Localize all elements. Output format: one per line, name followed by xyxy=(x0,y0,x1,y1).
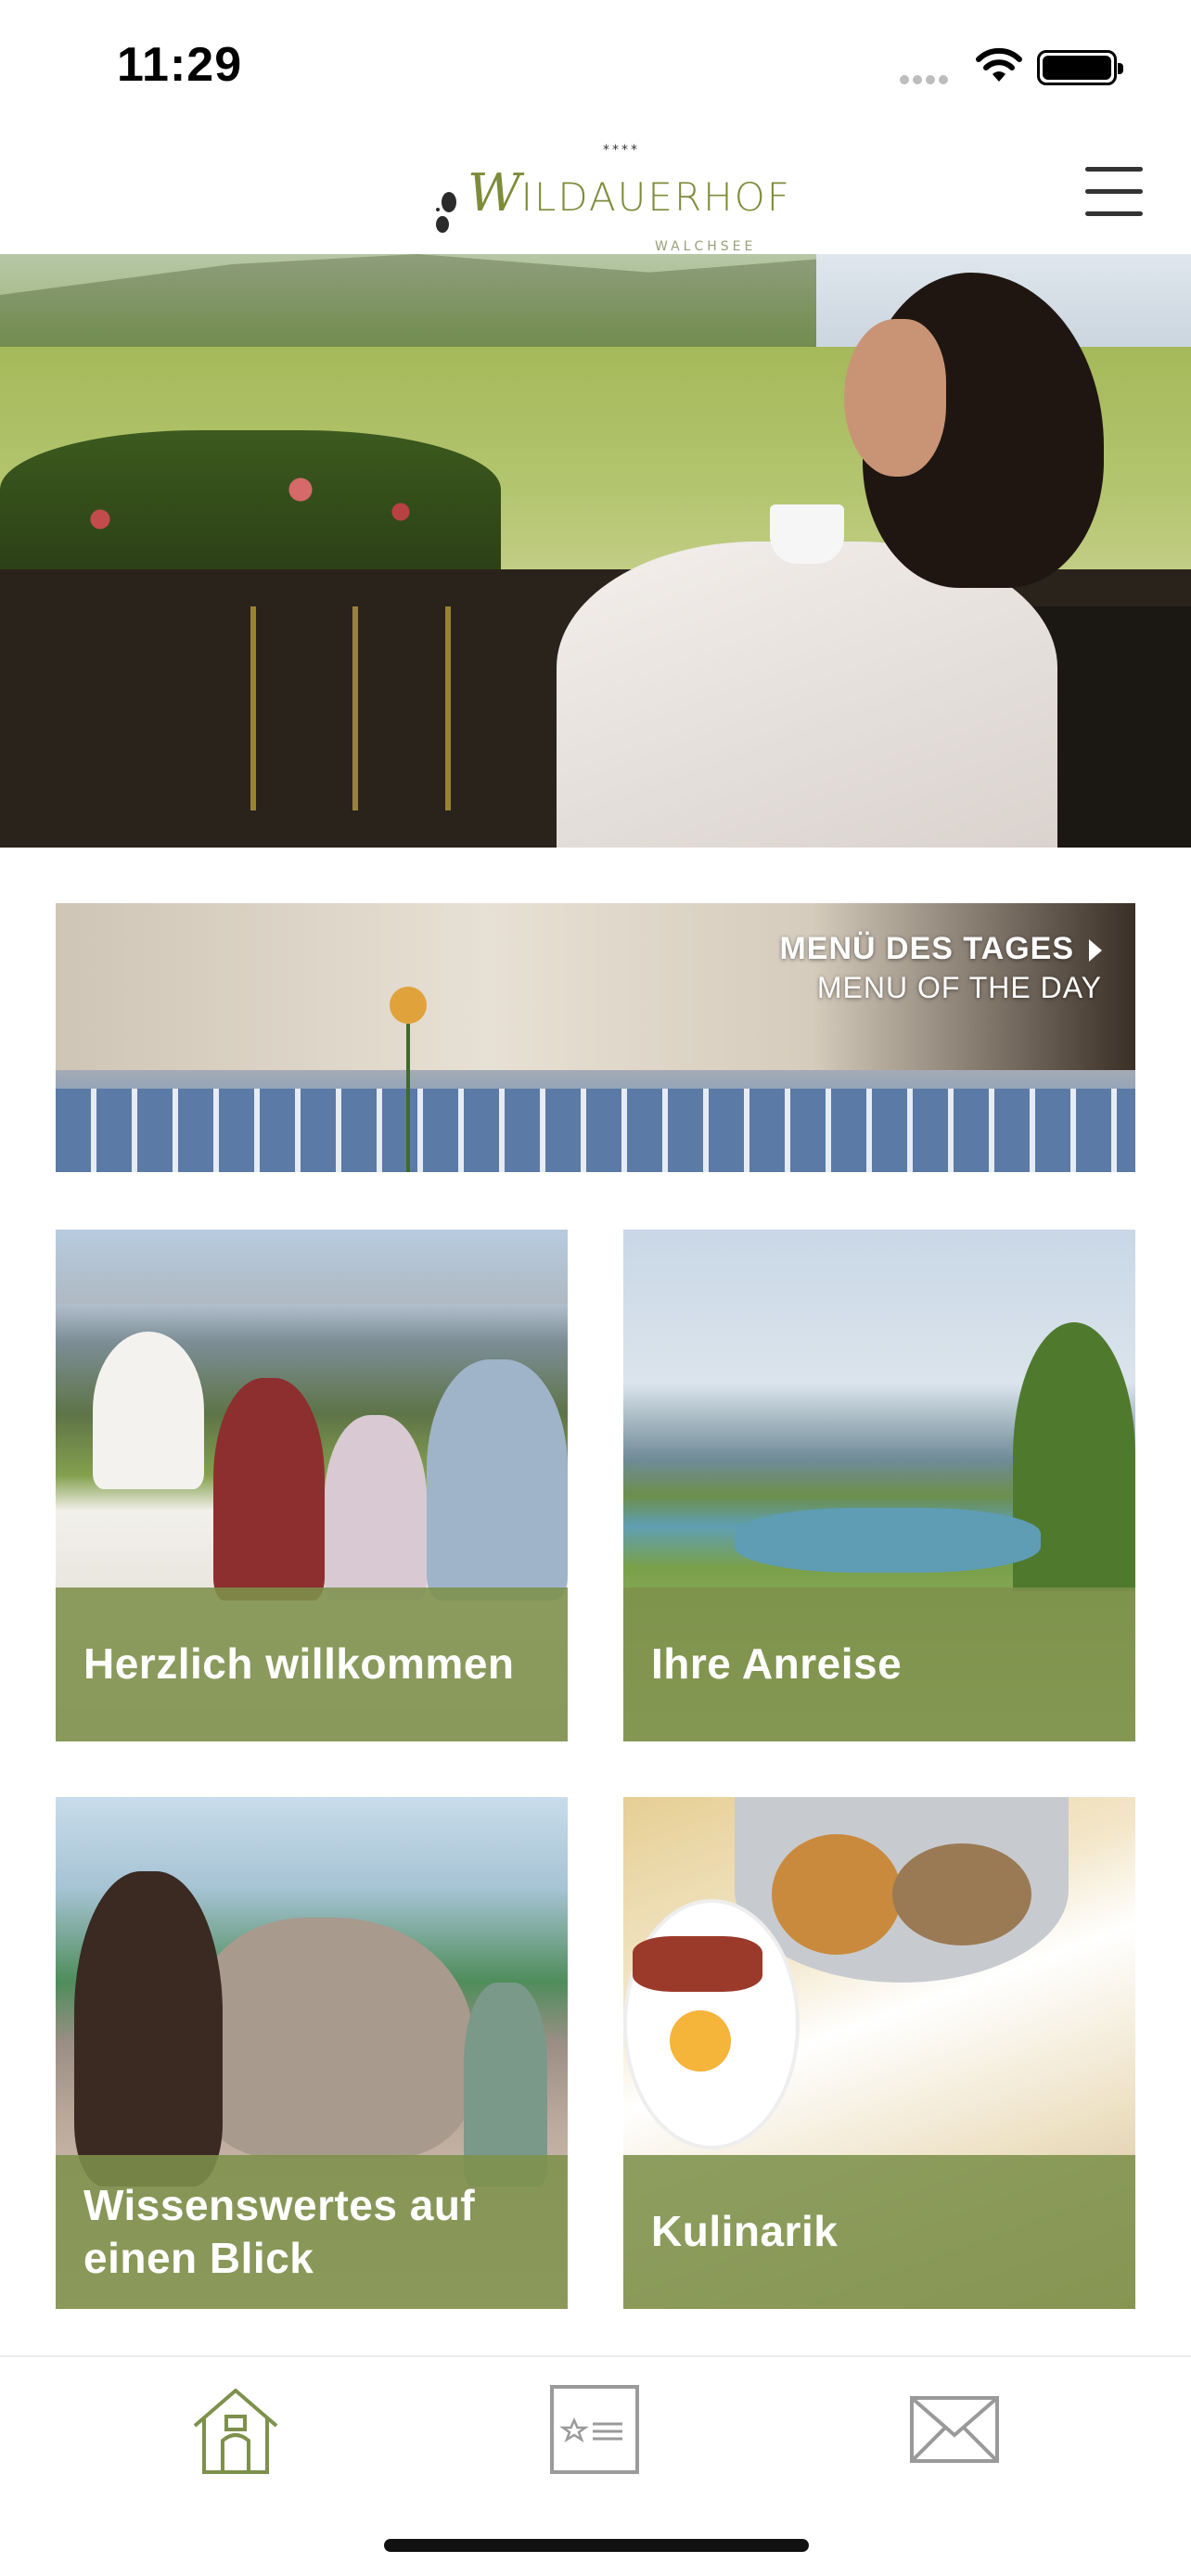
tile-arrival[interactable]: Ihre Anreise xyxy=(623,1230,1135,1741)
wifi-icon xyxy=(976,47,1022,82)
tile-food-caption: Kulinarik xyxy=(623,2155,1135,2309)
logo-initial: W xyxy=(467,163,521,223)
logo-wordmark: WILDAUERHOF xyxy=(467,163,791,223)
home-indicator xyxy=(384,2539,809,2552)
status-time: 11:29 xyxy=(117,38,243,92)
tile-arrival-caption: Ihre Anreise xyxy=(623,1588,1135,1741)
menu-of-the-day-banner[interactable]: MENÜ DES TAGES MENU OF THE DAY xyxy=(56,903,1135,1172)
status-bar: 11:29 xyxy=(0,0,1191,130)
banner-label: MENÜ DES TAGES MENU OF THE DAY xyxy=(779,931,1102,1005)
envelope-icon[interactable] xyxy=(908,2383,1001,2476)
chevron-right-icon xyxy=(1089,939,1102,963)
hamburger-menu-icon[interactable] xyxy=(1085,167,1145,219)
banner-title-de: MENÜ DES TAGES xyxy=(779,931,1074,966)
tile-info[interactable]: Wissenswertes auf einen Blick xyxy=(56,1797,568,2309)
cellular-signal-icon xyxy=(900,72,952,89)
logo-name: ILDAUERHOF xyxy=(520,174,791,220)
banner-title-en: MENU OF THE DAY xyxy=(816,971,1102,1004)
app-header: **** WILDAUERHOF WALCHSEE xyxy=(0,130,1191,254)
tile-welcome[interactable]: Herzlich willkommen xyxy=(56,1230,568,1741)
footprint-icon xyxy=(436,192,456,233)
star-card-icon[interactable] xyxy=(548,2383,641,2476)
hero-image xyxy=(0,254,1191,848)
tile-arrival-label: Ihre Anreise xyxy=(651,1639,903,1689)
tile-welcome-label: Herzlich willkommen xyxy=(83,1639,515,1689)
tile-info-label: Wissenswertes auf einen Blick xyxy=(83,2180,476,2283)
home-icon[interactable] xyxy=(189,2383,282,2476)
tile-food-label: Kulinarik xyxy=(651,2207,839,2256)
tile-food[interactable]: Kulinarik xyxy=(623,1797,1135,2309)
tile-info-caption: Wissenswertes auf einen Blick xyxy=(56,2155,568,2309)
logo-subtitle: WALCHSEE xyxy=(655,239,757,254)
battery-icon xyxy=(1037,50,1123,85)
tile-welcome-caption: Herzlich willkommen xyxy=(56,1588,568,1741)
logo[interactable]: **** WILDAUERHOF WALCHSEE xyxy=(432,143,789,254)
logo-stars: **** xyxy=(603,143,640,158)
